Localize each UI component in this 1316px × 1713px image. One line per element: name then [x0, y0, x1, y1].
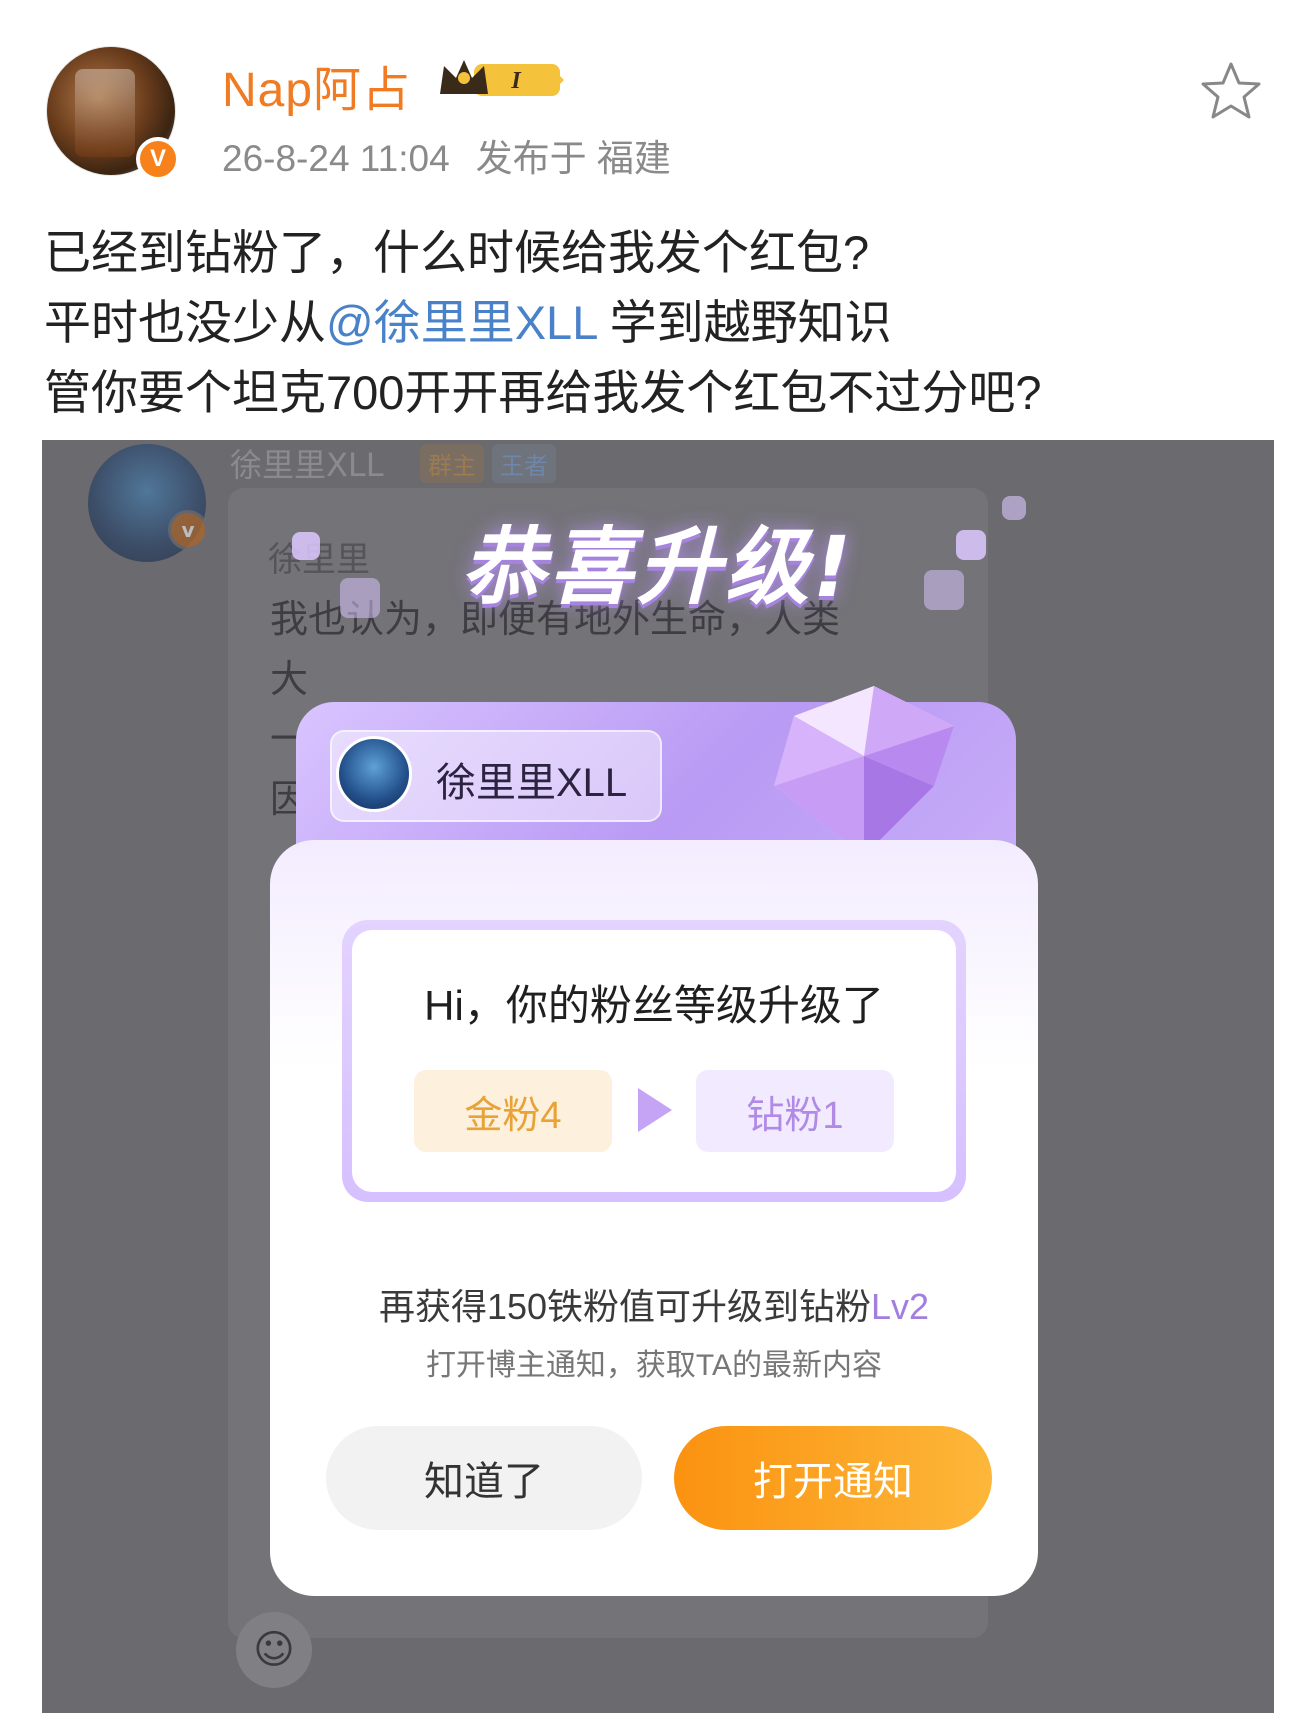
verified-icon: V [136, 137, 180, 181]
arrow-right-icon [638, 1088, 672, 1132]
level-badge-text: I [510, 68, 522, 94]
post-body: 已经到钻粉了，什么时候给我发个红包? 平时也没少从@徐里里XLL 学到越野知识 … [44, 218, 1284, 428]
post-line-3: 管你要个坦克700开开再给我发个红包不过分吧? [44, 366, 1042, 419]
post-meta: 26-8-24 11:04 发布于 福建 [222, 128, 671, 182]
emoji-icon: ☺ [236, 1612, 312, 1688]
post-line-1: 已经到钻粉了，什么时候给我发个红包? [44, 226, 870, 279]
chip-avatar [336, 736, 412, 812]
greeting-text: Hi，你的粉丝等级升级了 [424, 982, 884, 1029]
post-location: 发布于 福建 [475, 138, 671, 179]
notify-hint: 打开博主通知，获取TA的最新内容 [425, 1349, 883, 1382]
upgrade-info: 再获得150铁粉值可升级到钻粉Lv2 [378, 1286, 930, 1327]
post-timestamp: 26-8-24 11:04 [222, 138, 450, 179]
post-image[interactable]: v 徐里里XLL 群主 王者 徐里里 我也认为，即便有地外生命，人类 大 一 因… [42, 440, 1274, 1713]
level-box [352, 930, 956, 1192]
bg-tag-king: 王者 [492, 444, 556, 483]
author-username[interactable]: Nap阿占 [222, 50, 411, 120]
dismiss-button[interactable]: 知道了 [326, 1426, 642, 1530]
diamond-icon [774, 686, 954, 856]
bg-tag-owner: 群主 [420, 444, 484, 483]
post-line-2: 平时也没少从@徐里里XLL 学到越野知识 [44, 296, 892, 349]
bg-line-2: 大 [270, 657, 309, 701]
favorite-star-icon[interactable] [1200, 60, 1262, 120]
bg-name: 徐里里XLL [230, 446, 384, 484]
mention-link[interactable]: @徐里里XLL [326, 296, 597, 349]
level-to-badge: 钻粉1 [696, 1070, 894, 1152]
crown-level-badge-icon: I [440, 60, 564, 96]
enable-notifications-button[interactable]: 打开通知 [674, 1426, 992, 1530]
next-level-label: Lv2 [871, 1286, 930, 1327]
chip-name: 徐里里XLL [436, 761, 628, 805]
congrats-title: 恭喜升级! [460, 518, 856, 616]
level-from-badge: 金粉4 [414, 1070, 612, 1152]
